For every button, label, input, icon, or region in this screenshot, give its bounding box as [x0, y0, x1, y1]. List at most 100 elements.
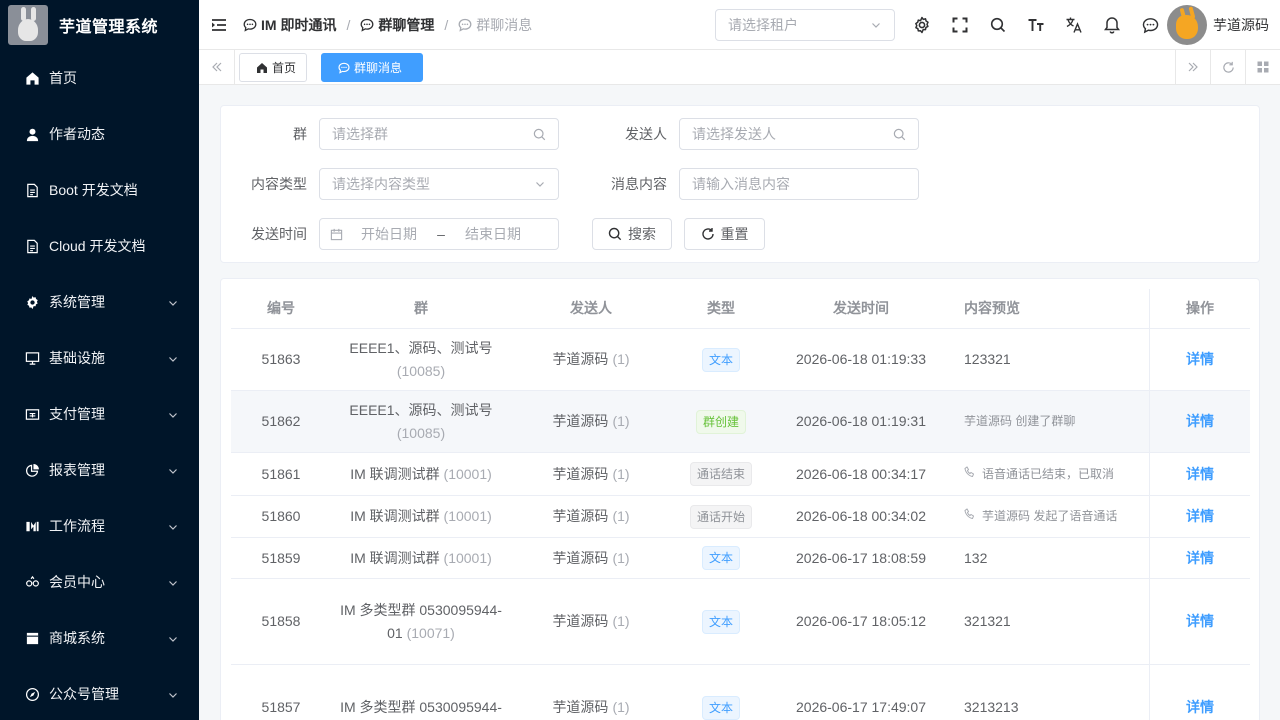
type-cell: 群创建	[671, 409, 771, 434]
group-name: EEEE1、源码、测试号	[349, 401, 493, 418]
sidebar-item[interactable]: 会员中心	[0, 554, 199, 610]
sidebar-item[interactable]: Boot 开发文档	[0, 162, 199, 218]
tenant-select[interactable]: 请选择租户	[715, 9, 895, 41]
tab-group-messages[interactable]: 群聊消息	[321, 53, 423, 82]
range-separator: –	[437, 226, 445, 242]
id-cell: 51858	[261, 613, 301, 629]
sidebar-item[interactable]: 公众号管理	[0, 666, 199, 720]
detail-link[interactable]: 详情	[1186, 547, 1214, 570]
column-header: 编号	[267, 300, 295, 316]
group-field-row: 群 请选择群	[231, 118, 559, 150]
scroll-right-button[interactable]	[1175, 50, 1210, 84]
preview-text: 语音通话已结束，已取消	[982, 466, 1115, 481]
table-row: 51863 EEEE1、源码、测试号 (10085) 芋道源码 (1) 文本 2026-0…	[231, 329, 1250, 391]
sender-name: 芋道源码	[552, 465, 609, 482]
breadcrumb-separator: /	[444, 16, 449, 33]
sidebar-item[interactable]: 商城系统	[0, 610, 199, 666]
detail-link[interactable]: 详情	[1186, 610, 1214, 633]
group-cell: EEEE1、源码、测试号 (10085)	[331, 337, 511, 383]
sidebar-item[interactable]: Cloud 开发文档	[0, 218, 199, 274]
document-icon	[24, 238, 40, 254]
fullscreen-icon	[952, 17, 968, 33]
breadcrumb-label: IM 即时通讯	[261, 16, 337, 33]
reset-button[interactable]: 重置	[684, 218, 765, 250]
search-submit-button[interactable]: 搜索	[592, 218, 672, 250]
sidebar-item[interactable]: 报表管理	[0, 442, 199, 498]
content-type-select[interactable]: 请选择内容类型	[319, 168, 559, 200]
calendar-icon	[330, 228, 343, 240]
chevron-down-icon	[167, 296, 179, 308]
search-button[interactable]	[979, 0, 1017, 50]
home-icon	[257, 62, 267, 73]
sidebar-item[interactable]: 支付管理	[0, 386, 199, 442]
group-select[interactable]: 请选择群	[319, 118, 559, 150]
collapse-menu-button[interactable]	[199, 17, 239, 33]
notifications-button[interactable]	[1093, 0, 1131, 50]
sidebar-item-label: 报表管理	[49, 462, 105, 478]
detail-link[interactable]: 详情	[1186, 348, 1214, 371]
bell-icon	[1104, 17, 1120, 34]
group-name: IM 联调测试群	[350, 549, 440, 566]
group-id: (10001)	[443, 549, 492, 566]
type-placeholder: 请选择内容类型	[332, 176, 430, 192]
detail-link[interactable]: 详情	[1186, 696, 1214, 719]
flow-icon	[24, 518, 40, 534]
type-label: 内容类型	[251, 176, 307, 192]
send-time-cell: 2026-06-18 01:19:33	[796, 351, 926, 367]
sidebar-item-label: 首页	[49, 70, 77, 86]
menu-fold-icon	[212, 18, 226, 31]
detail-link[interactable]: 详情	[1186, 463, 1214, 486]
logo-row[interactable]: 芋道管理系统	[0, 0, 199, 50]
sidebar-item[interactable]: 基础设施	[0, 330, 199, 386]
action-cell: 详情	[1149, 329, 1250, 390]
sidebar-item[interactable]: 系统管理	[0, 274, 199, 330]
reset-button-label: 重置	[720, 226, 749, 242]
avatar	[1167, 5, 1207, 45]
tab-label: 首页	[272, 61, 297, 75]
breadcrumb-im[interactable]: IM 即时通讯	[243, 15, 336, 35]
grid-icon	[1257, 61, 1269, 73]
font-size-button[interactable]	[1017, 0, 1055, 50]
group-cell-content: EEEE1、源码、测试号 (10085)	[339, 337, 503, 383]
group-label: 群	[293, 126, 307, 142]
type-cell: 通话结束	[671, 462, 771, 486]
sender-cell: 芋道源码 (1)	[511, 505, 671, 528]
sender-select[interactable]: 请选择发送人	[679, 118, 919, 150]
scroll-left-button[interactable]	[199, 50, 235, 84]
sidebar-item[interactable]: 作者动态	[0, 106, 199, 162]
search-icon	[990, 17, 1006, 33]
settings-button[interactable]	[903, 0, 941, 50]
type-badge: 通话结束	[689, 462, 752, 486]
date-range-picker[interactable]: 开始日期 – 结束日期	[319, 218, 559, 250]
members-icon	[24, 574, 40, 590]
column-header: 发送人	[570, 300, 612, 316]
detail-link[interactable]: 详情	[1186, 410, 1214, 433]
chevron-down-icon	[167, 408, 179, 420]
tab-home[interactable]: 首页	[239, 53, 308, 82]
language-button[interactable]	[1055, 0, 1093, 50]
sidebar-item[interactable]: 首页	[0, 50, 199, 106]
detail-link[interactable]: 详情	[1186, 505, 1214, 528]
sender-id: (1)	[612, 699, 630, 715]
system-preview: 芋道源码 发起了语音通话	[964, 505, 1117, 528]
type-badge: 文本	[701, 347, 740, 372]
home-icon	[24, 70, 40, 86]
tags-view-bar: 首页 群聊消息	[199, 50, 1280, 85]
chevron-down-icon	[167, 352, 179, 364]
user-menu[interactable]: 芋道源码	[1167, 5, 1269, 45]
messages-button[interactable]	[1131, 0, 1169, 50]
type-badge: 群创建	[695, 409, 746, 434]
wallet-icon	[24, 406, 40, 422]
translate-icon	[1066, 17, 1082, 33]
fullscreen-button[interactable]	[941, 0, 979, 50]
sender-cell: 芋道源码 (1)	[511, 696, 671, 719]
tab-actions-button[interactable]	[1245, 50, 1280, 84]
breadcrumb-group-manage[interactable]: 群聊管理	[360, 15, 434, 35]
message-content-input[interactable]: 请输入消息内容	[679, 168, 919, 200]
group-id: (10085)	[396, 424, 446, 441]
type-cell: 文本	[671, 546, 771, 570]
time-label: 发送时间	[251, 226, 307, 242]
id-cell: 51857	[261, 699, 301, 715]
sidebar-item[interactable]: 工作流程	[0, 498, 199, 554]
refresh-tab-button[interactable]	[1210, 50, 1245, 84]
